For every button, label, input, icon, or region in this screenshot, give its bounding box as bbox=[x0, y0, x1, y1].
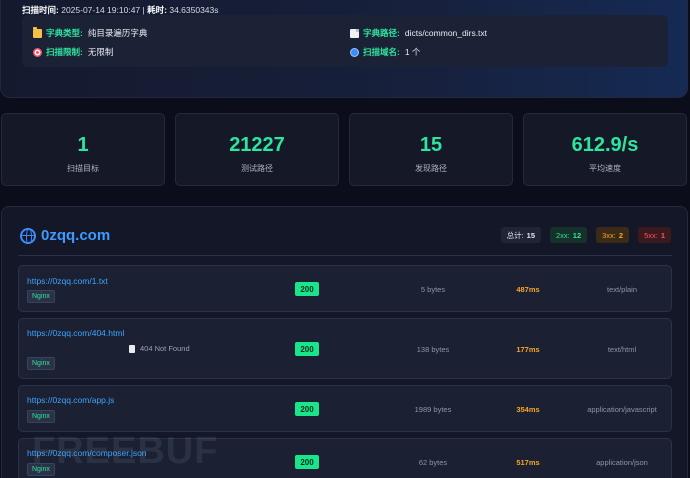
result-row[interactable]: https://0zqq.com/1.txt Nginx 200 5 bytes… bbox=[18, 265, 672, 312]
stat-card-targets: 1 扫描目标 bbox=[1, 113, 165, 186]
response-size: 1989 bytes bbox=[414, 405, 452, 414]
s3-value: 2 bbox=[618, 230, 624, 240]
globe-icon bbox=[350, 47, 359, 57]
scan-limit-label: 扫描限制: bbox=[46, 47, 83, 57]
freebuf-watermark: FREEBUF bbox=[32, 430, 219, 472]
dict-path-label: 字典路径: bbox=[363, 28, 400, 38]
status-5xx-badge: 5xx: 1 bbox=[638, 227, 671, 243]
scan-time-value: 2025-07-14 19:10:47 bbox=[61, 5, 141, 15]
total-badge: 总计: 15 bbox=[500, 227, 542, 243]
stat-value: 21227 bbox=[229, 134, 285, 156]
globe-icon bbox=[20, 227, 36, 244]
stat-label: 平均速度 bbox=[589, 164, 621, 173]
header-divider bbox=[18, 255, 672, 256]
content-type: text/html bbox=[607, 345, 637, 354]
result-row[interactable]: https://0zqq.com/app.js Nginx 200 1989 b… bbox=[18, 385, 672, 432]
folder-icon bbox=[33, 26, 42, 38]
s5-label: 5xx: bbox=[644, 230, 658, 240]
scan-limit-item: 扫描限制: 无限制 bbox=[33, 46, 113, 58]
stat-card-tested-paths: 21227 测试路径 bbox=[175, 113, 339, 186]
server-tag: Nginx bbox=[27, 290, 55, 303]
elapsed-value: 34.6350343s bbox=[169, 5, 219, 15]
result-url-link[interactable]: https://0zqq.com/1.txt bbox=[27, 276, 108, 286]
scan-domains-value: 1 个 bbox=[404, 47, 421, 57]
stat-card-avg-speed: 612.9/s 平均速度 bbox=[523, 113, 687, 186]
result-url-link[interactable]: https://0zqq.com/app.js bbox=[27, 395, 114, 405]
total-value: 15 bbox=[526, 230, 536, 240]
target-icon bbox=[33, 47, 42, 57]
content-type: application/javascript bbox=[587, 405, 657, 414]
scan-domains-label: 扫描域名: bbox=[363, 47, 400, 57]
dict-path-item: 字典路径: dicts/common_dirs.txt bbox=[350, 27, 487, 39]
page-title-text: 404 Not Found bbox=[140, 344, 190, 353]
content-type: application/json bbox=[596, 458, 648, 467]
response-time: 354ms bbox=[516, 405, 540, 414]
s2-value: 12 bbox=[572, 230, 582, 240]
elapsed-label: 耗时: bbox=[147, 5, 167, 15]
meta-separator: | bbox=[142, 5, 145, 15]
response-time: 517ms bbox=[516, 458, 540, 467]
s3-label: 3xx: bbox=[602, 230, 616, 240]
response-time: 487ms bbox=[516, 285, 540, 294]
stat-card-found-paths: 15 发现路径 bbox=[349, 113, 513, 186]
scan-domains-item: 扫描域名: 1 个 bbox=[350, 46, 420, 58]
page-title: 404 Not Found bbox=[129, 344, 190, 353]
server-tag: Nginx bbox=[27, 357, 55, 370]
status-3xx-badge: 3xx: 2 bbox=[596, 227, 630, 243]
response-size: 5 bytes bbox=[420, 285, 446, 294]
scan-limit-value: 无限制 bbox=[87, 47, 114, 57]
scan-summary-card: 扫描时间: 2025-07-14 19:10:47 | 耗时: 34.63503… bbox=[0, 0, 688, 98]
stat-value: 15 bbox=[419, 134, 443, 156]
status-code-badge: 200 bbox=[295, 342, 319, 356]
response-size: 138 bytes bbox=[416, 345, 450, 354]
status-code-badge: 200 bbox=[295, 402, 319, 416]
response-size: 62 bytes bbox=[418, 458, 448, 467]
file-icon bbox=[350, 28, 359, 38]
result-row[interactable]: https://0zqq.com/404.html 404 Not Found … bbox=[18, 318, 672, 379]
stat-label: 测试路径 bbox=[241, 164, 273, 173]
stat-label: 扫描目标 bbox=[67, 164, 99, 173]
status-summary-badges: 总计: 15 2xx: 12 3xx: 2 5xx: 1 bbox=[500, 227, 671, 243]
status-2xx-badge: 2xx: 12 bbox=[550, 227, 588, 243]
stat-value: 612.9/s bbox=[571, 134, 639, 156]
dict-type-item: 字典类型: 纯目录遍历字典 bbox=[33, 26, 148, 39]
domain-header: 0zqq.com bbox=[20, 227, 110, 244]
result-url-link[interactable]: https://0zqq.com/404.html bbox=[27, 328, 124, 338]
s5-value: 1 bbox=[660, 230, 665, 240]
domain-name: 0zqq.com bbox=[41, 227, 111, 244]
document-icon bbox=[129, 344, 135, 353]
scan-info-box: 字典类型: 纯目录遍历字典 字典路径: dicts/common_dirs.tx… bbox=[22, 15, 668, 67]
stat-value: 1 bbox=[77, 134, 89, 156]
dict-type-value: 纯目录遍历字典 bbox=[87, 28, 148, 38]
s2-label: 2xx: bbox=[556, 230, 570, 240]
dict-type-label: 字典类型: bbox=[46, 28, 83, 38]
dict-path-value: dicts/common_dirs.txt bbox=[404, 28, 488, 38]
total-label: 总计: bbox=[506, 230, 524, 240]
stat-label: 发现路径 bbox=[415, 164, 447, 173]
content-type: text/plain bbox=[606, 285, 638, 294]
status-code-badge: 200 bbox=[295, 455, 319, 469]
response-time: 177ms bbox=[516, 345, 540, 354]
server-tag: Nginx bbox=[27, 410, 55, 423]
status-code-badge: 200 bbox=[295, 282, 319, 296]
scan-time-label: 扫描时间: bbox=[22, 5, 59, 15]
